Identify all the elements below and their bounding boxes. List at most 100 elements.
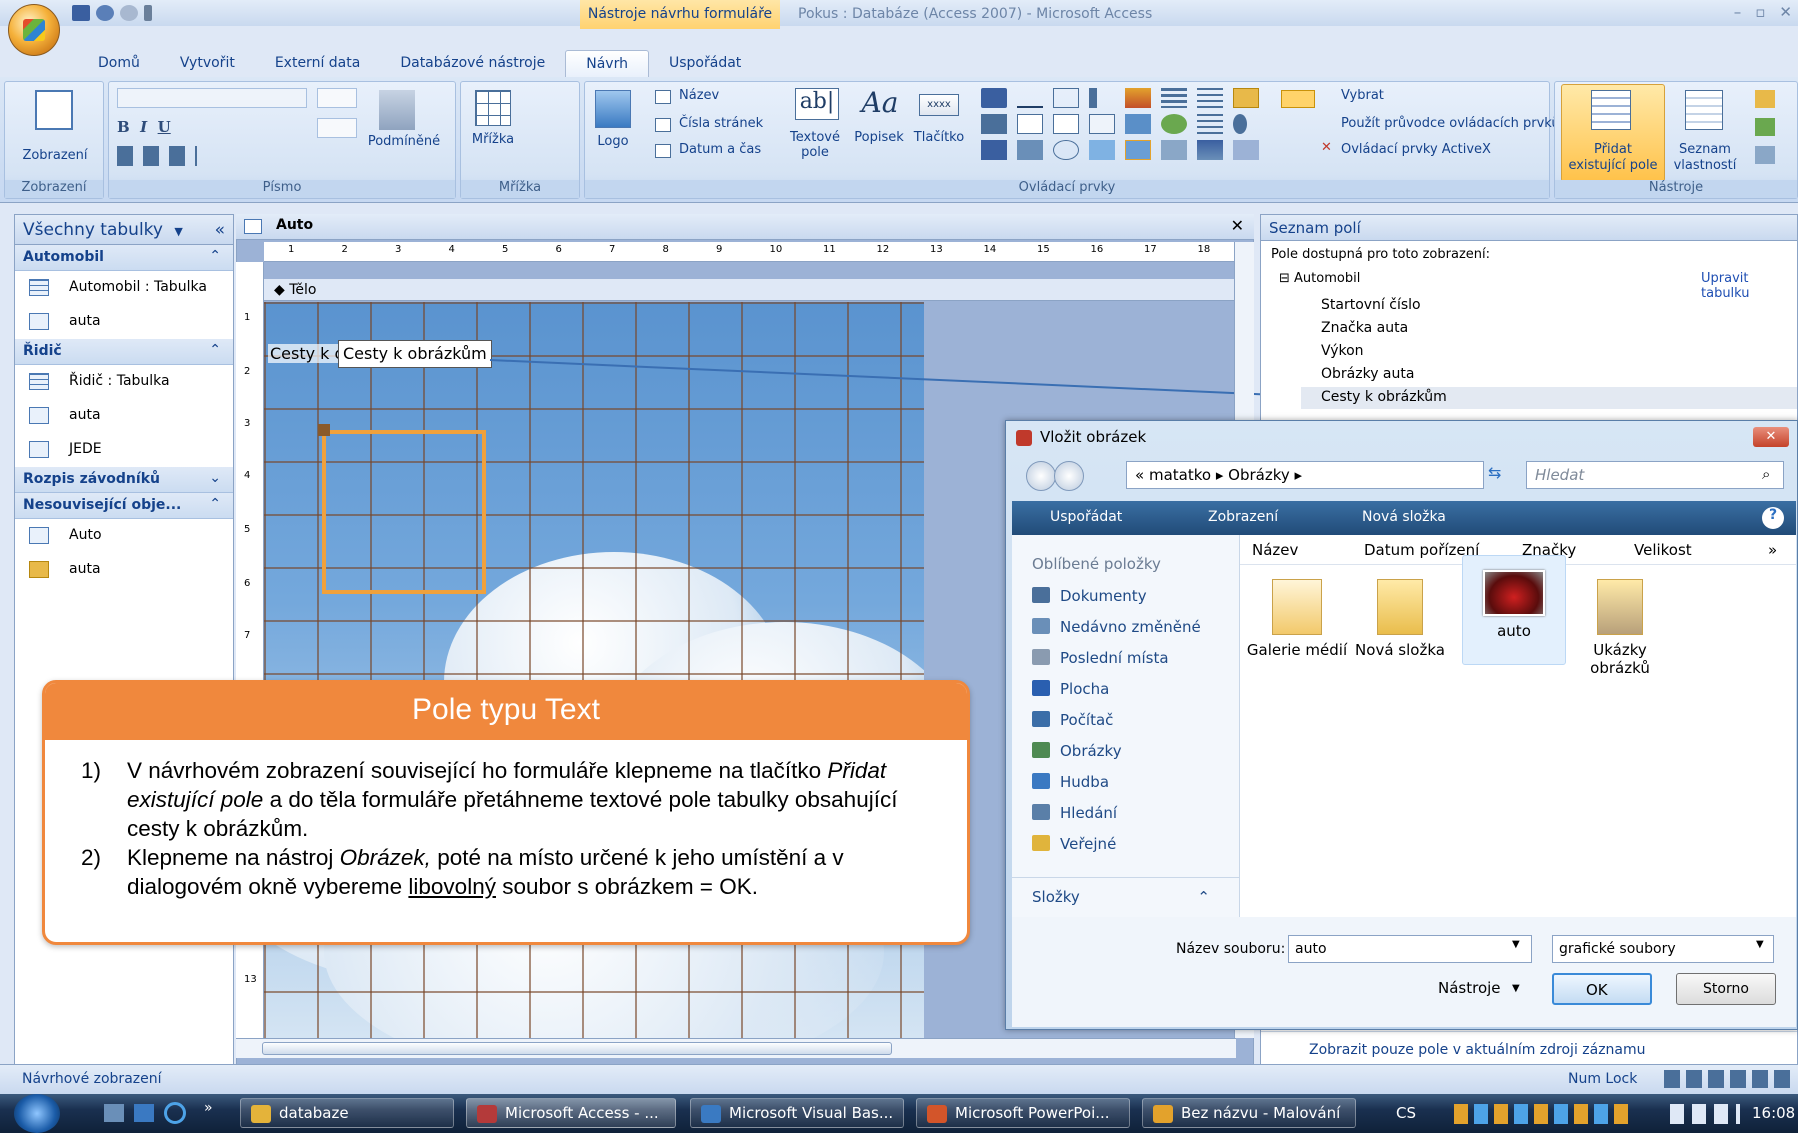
new-folder-button[interactable]: Nová složka [1362, 509, 1446, 525]
edit-table-link[interactable]: Upravit tabulku [1701, 271, 1797, 301]
redo-icon[interactable] [120, 5, 138, 21]
nav-group-nesouvisejici[interactable]: Nesouvisející obje... ⌃ [15, 493, 233, 519]
resize-handle[interactable] [318, 424, 330, 436]
bold-italic-underline-icons[interactable]: B I U [117, 118, 197, 140]
nav-item-form[interactable]: auta [15, 305, 233, 339]
favorite-plocha[interactable]: Plocha [1032, 680, 1109, 698]
nav-item-table[interactable]: Řidič : Tabulka [15, 365, 233, 399]
font-name-box[interactable] [117, 88, 307, 108]
save-icon[interactable] [72, 5, 90, 21]
tools-dropdown-icon[interactable]: ▼ [1512, 983, 1520, 994]
property-sheet-line1[interactable]: Seznam [1665, 142, 1745, 157]
task-access[interactable]: Microsoft Access - ... [466, 1098, 676, 1128]
quicklaunch-icon[interactable] [104, 1104, 124, 1122]
task-vba[interactable]: Microsoft Visual Bas... [690, 1098, 904, 1128]
help-icon[interactable]: ? [1762, 507, 1784, 529]
horizontal-scrollbar[interactable] [236, 1038, 1236, 1058]
tab-vytvorit[interactable]: Vytvořit [160, 50, 255, 78]
nav-collapse-icon[interactable]: « [215, 220, 225, 240]
search-input[interactable]: Hledat [1526, 461, 1784, 489]
favorite-obrazky[interactable]: Obrázky [1032, 742, 1122, 760]
grid-button[interactable]: Mřížka [461, 132, 525, 147]
control-wizards-button[interactable]: Použít průvodce ovládacích prvků [1341, 116, 1560, 131]
minimize-icon[interactable]: – [1734, 3, 1742, 21]
filename-input[interactable]: auto [1288, 935, 1532, 963]
tab-usporadat[interactable]: Uspořádat [649, 50, 761, 78]
quicklaunch-chevron[interactable]: » [204, 1100, 213, 1116]
ok-button[interactable]: OK [1552, 973, 1652, 1005]
collapse-icon[interactable]: ⌃ [209, 496, 221, 512]
nav-item-form[interactable]: JEDE [15, 433, 233, 467]
office-button[interactable] [8, 4, 60, 56]
nav-item-form[interactable]: auta [15, 399, 233, 433]
column-velikost[interactable]: Velikost [1634, 541, 1692, 559]
textbox-button-line1[interactable]: Textové [785, 130, 845, 145]
collapse-icon[interactable]: ⌃ [209, 342, 221, 358]
customize-qat-icon[interactable] [144, 5, 152, 21]
dialog-close-icon[interactable]: ✕ [1753, 427, 1789, 447]
textbox-control[interactable]: Cesty k obrázkům [338, 340, 492, 368]
start-button[interactable] [14, 1094, 60, 1133]
file-item[interactable]: Galerie médií [1244, 575, 1350, 685]
tab-navrh[interactable]: Návrh [565, 50, 649, 78]
page-numbers-button[interactable]: Čísla stránek [679, 116, 763, 131]
collapse-icon[interactable]: ⌃ [209, 248, 221, 264]
add-existing-fields-line2[interactable]: existující pole [1561, 158, 1665, 173]
field-item[interactable]: Značka auta [1321, 320, 1408, 336]
file-item-selected[interactable]: auto [1462, 555, 1566, 665]
file-item[interactable]: Ukázky obrázků [1570, 575, 1670, 705]
clock[interactable]: 16:08 [1752, 1104, 1795, 1122]
favorite-posledni[interactable]: Poslední místa [1032, 649, 1169, 667]
search-icon[interactable]: ⌕ [1762, 465, 1770, 483]
date-time-button[interactable]: Datum a čas [679, 142, 761, 157]
path-box[interactable]: « matatko ▸ Obrázky ▸ [1126, 461, 1484, 489]
organize-button[interactable]: Uspořádat [1050, 509, 1122, 525]
view-switcher[interactable] [1664, 1070, 1790, 1088]
fill-color-icon[interactable] [317, 118, 357, 138]
nav-item-form[interactable]: Auto [15, 519, 233, 553]
label-control[interactable]: Cesty k o [268, 344, 347, 363]
nav-pane-header[interactable]: Všechny tabulky ▼ « [15, 215, 233, 245]
refresh-icon[interactable]: ⇆ [1488, 463, 1501, 482]
language-indicator[interactable]: CS [1396, 1104, 1416, 1122]
nav-group-ridic[interactable]: Řidič ⌃ [15, 339, 233, 365]
button-control-button[interactable]: Tlačítko [911, 130, 967, 145]
back-icon[interactable] [1026, 461, 1056, 491]
nav-dropdown-icon[interactable]: ▼ [174, 225, 182, 238]
filetype-dropdown-icon[interactable]: ▼ [1756, 939, 1764, 950]
favorite-hledani[interactable]: Hledání [1032, 804, 1117, 822]
close-icon[interactable]: ✕ [1779, 3, 1792, 21]
favorite-hudba[interactable]: Hudba [1032, 773, 1109, 791]
tray-icons[interactable] [1670, 1104, 1740, 1124]
favorite-dokumenty[interactable]: Dokumenty [1032, 587, 1147, 605]
title-button[interactable]: Název [679, 88, 719, 103]
view-button[interactable]: Zobrazení [5, 148, 105, 163]
views-button[interactable]: Zobrazení [1208, 509, 1278, 525]
scroll-thumb[interactable] [262, 1042, 892, 1055]
field-item-selected[interactable]: Cesty k obrázkům [1301, 387, 1797, 409]
tool-icon[interactable] [1755, 118, 1775, 136]
nav-item-table[interactable]: Automobil : Tabulka [15, 271, 233, 305]
conditional-format-button[interactable]: Podmíněné [359, 134, 449, 149]
path-segment[interactable]: Obrázky [1228, 466, 1290, 484]
expand-icon[interactable]: ⌄ [209, 470, 221, 486]
textbox-button-line2[interactable]: pole [785, 145, 845, 160]
filename-dropdown-icon[interactable]: ▼ [1512, 939, 1520, 950]
column-more[interactable]: » [1768, 541, 1777, 559]
tools-menu[interactable]: Nástroje [1438, 979, 1501, 997]
quicklaunch-icon[interactable] [134, 1104, 154, 1122]
undo-icon[interactable] [96, 5, 114, 21]
task-powerpoint[interactable]: Microsoft PowerPoi... [916, 1098, 1130, 1128]
tool-icon[interactable] [1755, 90, 1775, 108]
forward-icon[interactable] [1054, 461, 1084, 491]
file-item[interactable]: Nová složka [1352, 575, 1448, 685]
maximize-icon[interactable]: ▫ [1755, 3, 1765, 21]
favorite-pocitac[interactable]: Počítač [1032, 711, 1113, 729]
favorite-nedavno[interactable]: Nedávno změněné [1032, 618, 1201, 636]
section-header-body[interactable]: ◆ Tělo [264, 279, 1234, 301]
table-node[interactable]: ⊟ Automobil [1279, 271, 1360, 286]
field-item[interactable]: Startovní číslo [1321, 297, 1421, 313]
logo-button[interactable]: Logo [593, 134, 633, 149]
document-tab-auto[interactable]: Auto [276, 217, 313, 233]
label-button[interactable]: Popisek [849, 130, 909, 145]
